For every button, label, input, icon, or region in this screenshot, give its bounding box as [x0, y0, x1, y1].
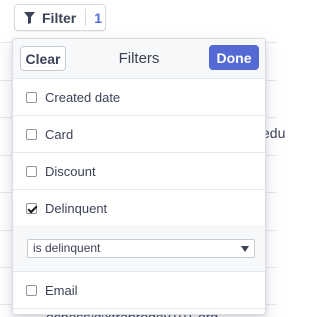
discount-checkbox[interactable] [26, 165, 37, 177]
filter-button-label: Filter [42, 9, 77, 26]
select-value: is delinquent [33, 241, 101, 255]
delinquent-select[interactable]: is delinquent [27, 239, 255, 258]
done-button[interactable]: Done [209, 45, 259, 70]
funnel-icon [24, 11, 35, 24]
filter-label: Delinquent [45, 201, 108, 216]
filter-label: Card [45, 126, 74, 142]
delinquent-filter-options: is delinquent [13, 225, 265, 272]
filter-row-created-date[interactable]: Created date [13, 79, 265, 116]
filter-label: Email [45, 282, 78, 298]
filter-button-divider [85, 9, 87, 26]
filter-button[interactable]: Filter 1 [14, 4, 106, 31]
created-date-checkbox[interactable] [26, 91, 37, 103]
filter-label: Created date [45, 89, 121, 105]
filter-label: Discount [45, 163, 96, 179]
filter-row-discount[interactable]: Discount [13, 153, 265, 190]
filter-row-delinquent[interactable]: Delinquent [13, 190, 265, 227]
delinquent-checkbox[interactable] [26, 203, 37, 214]
filter-row-email[interactable]: Email [13, 272, 265, 309]
chevron-down-icon [241, 246, 249, 252]
active-filter-count: 1 [94, 9, 103, 26]
email-checkbox[interactable] [26, 284, 37, 296]
popover-header: Clear Filters Done [13, 39, 265, 79]
card-checkbox[interactable] [26, 128, 37, 140]
filters-popover: Clear Filters Done Created date Card Dis… [12, 38, 266, 315]
filter-row-card[interactable]: Card [13, 116, 265, 153]
